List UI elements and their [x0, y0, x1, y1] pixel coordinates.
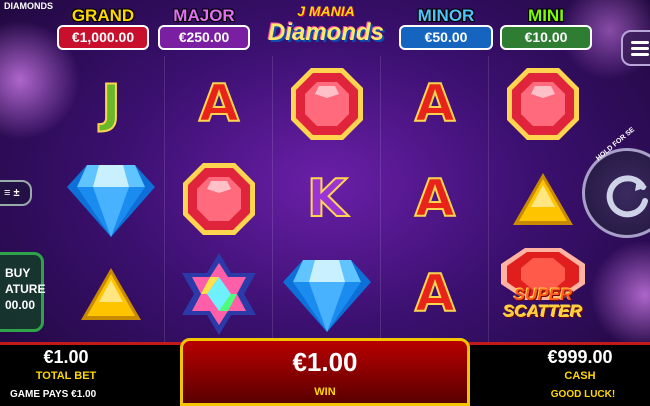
jackpot-grand-label: GRAND — [71, 6, 135, 25]
jackpot-mini-label: MINI — [528, 6, 564, 25]
symbol-gem-red-octagon — [273, 56, 381, 151]
reel-2: A — [165, 56, 273, 342]
refresh-icon — [606, 175, 648, 218]
window-title-fragment: DIAMONDS — [4, 1, 53, 11]
reel-4: AAA — [381, 56, 489, 342]
super-scatter-label: SUPER SCATTER — [491, 286, 595, 320]
jackpot-grand-value: €1,000.00 — [57, 25, 149, 50]
game-stage: DIAMONDS GRAND €1,000.00 MAJOR €250.00 J… — [0, 0, 650, 406]
menu-button[interactable] — [621, 30, 650, 66]
symbol-diamond-blue — [57, 151, 165, 246]
symbol-diamond-blue — [273, 246, 381, 341]
cash-value: €999.00 — [547, 347, 613, 367]
symbol-star-gem-rainbow — [165, 246, 273, 341]
logo-main-text: Diamonds — [267, 19, 384, 46]
cash-label: CASH — [564, 370, 596, 382]
symbol-letter-a: A — [414, 263, 456, 324]
menu-icon-line — [631, 53, 649, 56]
win-value: €1.00 — [292, 347, 358, 377]
jackpot-major-value: €250.00 — [158, 25, 250, 50]
total-bet-label: TOTAL BET — [35, 370, 97, 382]
reel-1: J — [57, 56, 165, 342]
status-message: GOOD LUCK! — [550, 389, 616, 400]
symbol-letter-a: A — [198, 73, 240, 134]
game-pays-text: GAME PAYS €1.00 — [10, 389, 97, 400]
bet-stepper[interactable]: ≡ ± — [0, 180, 32, 206]
reel-3: K — [273, 56, 381, 342]
symbol-letter-k: K — [306, 168, 348, 229]
background-light-right — [590, 240, 650, 350]
menu-icon-line — [631, 41, 649, 44]
symbol-gem-red-octagon — [489, 56, 597, 151]
symbol-gem-red-octagon — [165, 151, 273, 246]
win-label: WIN — [314, 386, 336, 398]
symbol-letter-a: A — [414, 168, 456, 229]
menu-icon-line — [631, 47, 649, 50]
scatter-line-1: SUPER — [513, 285, 573, 304]
jackpot-major: MAJOR €250.00 — [158, 6, 250, 50]
symbol-triangle-gold — [489, 151, 597, 246]
scatter-line-2: SCATTER — [503, 302, 583, 321]
reel-grid: J A K A A A SUPER SCATTER — [57, 56, 597, 342]
symbol-letter-a: A — [414, 73, 456, 134]
jackpot-mini-value: €10.00 — [500, 25, 592, 50]
jackpot-minor-value: €50.00 — [399, 25, 493, 50]
game-logo: J MANIA Diamonds — [262, 4, 390, 52]
total-bet-value: €1.00 — [43, 347, 89, 367]
buy-feature-label: BUY — [5, 266, 31, 280]
buy-feature-button[interactable]: BUY ATURE 00.00 — [0, 252, 46, 332]
symbol-letter-j: J — [100, 73, 121, 134]
jackpot-minor: MINOR €50.00 — [399, 6, 493, 50]
logo-top-text: J MANIA — [297, 3, 355, 19]
jackpot-grand: GRAND €1,000.00 — [57, 6, 149, 50]
jackpot-major-label: MAJOR — [173, 6, 235, 25]
symbol-triangle-gold — [57, 246, 165, 341]
jackpot-mini: MINI €10.00 — [500, 6, 592, 50]
spin-hint-text: HOLD FOR SE — [595, 126, 637, 163]
jackpot-minor-label: MINOR — [417, 6, 475, 25]
buy-feature-label: ATURE — [5, 282, 46, 296]
buy-feature-price: 00.00 — [5, 298, 36, 312]
